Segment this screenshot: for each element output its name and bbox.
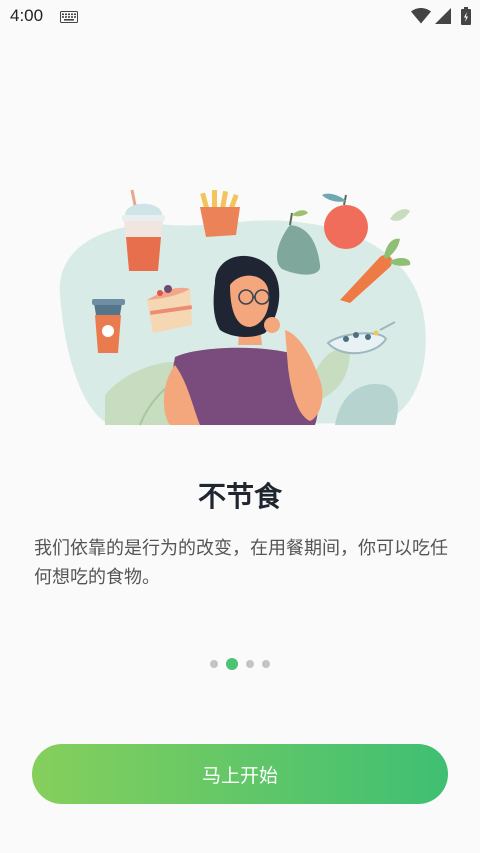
keyboard-icon	[60, 11, 78, 23]
page-dot	[246, 660, 254, 668]
onboarding-illustration	[59, 189, 426, 426]
status-time: 4:00	[10, 6, 44, 25]
battery-icon	[461, 7, 471, 25]
page-title: 不节食	[197, 480, 282, 513]
signal-icon	[435, 8, 451, 24]
start-button[interactable]: 马上开始	[32, 744, 448, 804]
page-dot	[210, 660, 218, 668]
status-bar: 4:00	[0, 0, 480, 34]
page-description: 我们依靠的是行为的改变，在用餐期间，你可以吃任何想吃的食物。	[34, 538, 448, 588]
page-indicator	[0, 656, 480, 672]
page-dot-active	[226, 658, 238, 670]
wifi-icon	[411, 8, 431, 24]
page-dot	[262, 660, 270, 668]
